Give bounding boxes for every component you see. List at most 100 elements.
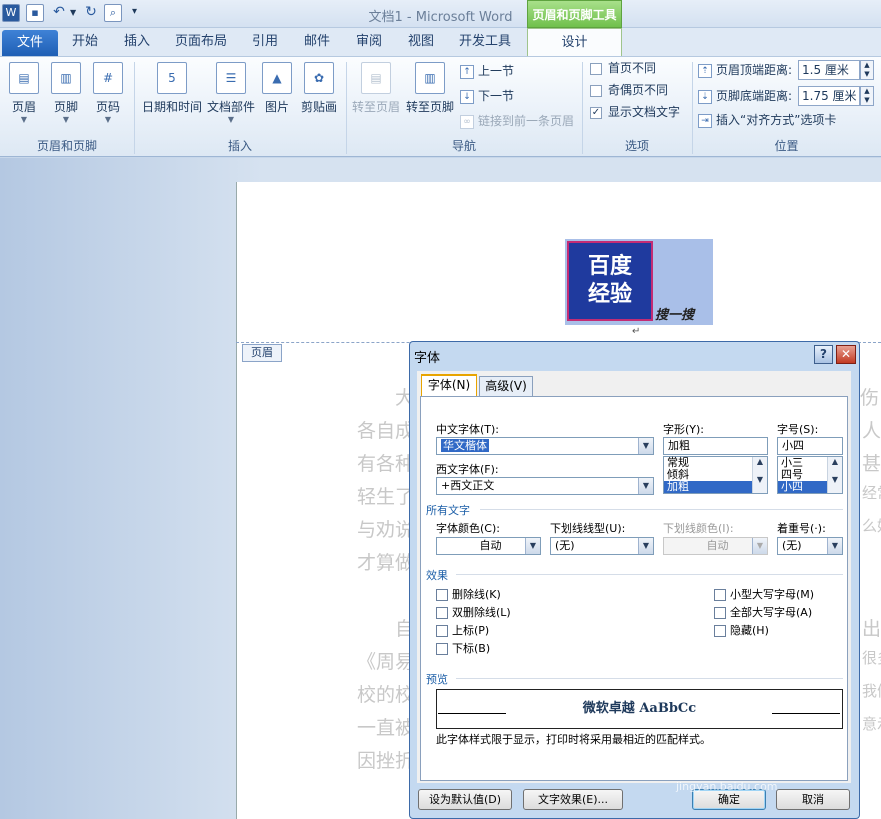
- body-text-right: 甚: [862, 453, 881, 475]
- tab-mailings[interactable]: 邮件: [296, 28, 338, 56]
- chevron-down-icon: ▼: [20, 115, 28, 124]
- quick-parts-button[interactable]: ☰ 文档部件 ▼: [205, 60, 257, 130]
- chevron-down-icon[interactable]: ▼: [525, 538, 540, 554]
- font-style-label: 字形(Y):: [663, 423, 705, 436]
- alignment-tab-icon: ⇥: [698, 113, 712, 128]
- section-divider: [456, 678, 843, 679]
- cn-font-select[interactable]: 华文楷体 ▼: [436, 437, 654, 455]
- set-as-default-button[interactable]: 设为默认值(D): [418, 789, 512, 810]
- tab-insert[interactable]: 插入: [114, 28, 160, 56]
- font-size-input[interactable]: 小四: [777, 437, 843, 455]
- preview-section-label: 预览: [426, 673, 448, 686]
- list-item-selected[interactable]: 小四: [778, 481, 827, 493]
- body-text-right: 人: [862, 420, 881, 442]
- group-label-options: 选项: [624, 139, 649, 153]
- previous-section-button[interactable]: ↑ 上一节: [460, 61, 514, 81]
- tab-view[interactable]: 视图: [400, 28, 442, 56]
- chevron-down-icon: ▼: [104, 115, 112, 124]
- tab-home[interactable]: 开始: [62, 28, 108, 56]
- footer-button[interactable]: ▥ 页脚 ▼: [46, 60, 86, 130]
- body-text-line: 校的校: [357, 684, 415, 706]
- tab-advanced[interactable]: 高级(V): [479, 376, 533, 396]
- different-first-page-checkbox[interactable]: 首页不同: [590, 58, 656, 78]
- next-icon: ↓: [460, 89, 474, 104]
- page-number-button[interactable]: # 页码 ▼: [88, 60, 128, 130]
- list-scrollbar[interactable]: ▲ ▼: [752, 457, 767, 493]
- all-caps-checkbox[interactable]: 全部大写字母(A): [714, 604, 812, 620]
- header-distance-label: ⇡ 页眉顶端距离:: [698, 60, 792, 80]
- goto-header-button[interactable]: ▤ 转至页眉: [350, 60, 402, 130]
- effects-section-label: 效果: [426, 569, 448, 582]
- header-position-icon: ⇡: [698, 63, 712, 78]
- font-style-input[interactable]: 加粗: [663, 437, 768, 455]
- font-preview-box: 微软卓越 AaBbCc: [436, 689, 843, 729]
- footer-distance-spinner[interactable]: ▲ ▼: [860, 86, 874, 106]
- font-size-list[interactable]: 小三 四号 小四 ▲ ▼: [777, 456, 843, 494]
- list-scrollbar[interactable]: ▲ ▼: [827, 457, 842, 493]
- list-item-selected[interactable]: 加粗: [664, 481, 752, 493]
- check-icon: ✓: [590, 106, 602, 119]
- different-odd-even-checkbox[interactable]: 奇偶页不同: [590, 80, 668, 100]
- close-button[interactable]: ✕: [836, 345, 856, 364]
- link-icon: ∞: [460, 114, 474, 129]
- preview-baseline-right: [772, 713, 840, 714]
- header-icon: ▤: [9, 62, 39, 94]
- font-color-select[interactable]: 自动 ▼: [436, 537, 541, 555]
- chevron-down-icon[interactable]: ▼: [827, 538, 842, 554]
- paragraph-mark-icon: ↵: [632, 326, 641, 337]
- tab-font[interactable]: 字体(N): [421, 374, 477, 397]
- underline-style-select[interactable]: (无) ▼: [550, 537, 654, 555]
- tab-file[interactable]: 文件: [2, 30, 58, 56]
- footer-distance-input[interactable]: 1.75 厘米: [798, 86, 860, 106]
- underline-color-select[interactable]: 自动 ▼: [663, 537, 768, 555]
- body-text-line: 各自成: [357, 420, 415, 442]
- header-distance-input[interactable]: 1.5 厘米: [798, 60, 860, 80]
- date-time-button[interactable]: 5 日期和时间: [140, 60, 204, 130]
- tab-page-layout[interactable]: 页面布局: [170, 28, 232, 56]
- help-button[interactable]: ?: [814, 345, 833, 364]
- logo-caption: 搜一搜: [655, 308, 695, 323]
- baidu-jingyan-logo[interactable]: 百度 经验: [567, 241, 653, 321]
- header-distance-spinner[interactable]: ▲ ▼: [860, 60, 874, 80]
- small-caps-checkbox[interactable]: 小型大写字母(M): [714, 586, 814, 602]
- body-text-line: 《周易: [357, 651, 415, 673]
- font-style-list[interactable]: 常规 倾斜 加粗 ▲ ▼: [663, 456, 768, 494]
- west-font-select[interactable]: +西文正文 ▼: [436, 477, 654, 495]
- link-to-previous-button[interactable]: ∞ 链接到前一条页眉: [460, 111, 574, 131]
- chevron-down-icon[interactable]: ▼: [638, 538, 653, 554]
- tab-design[interactable]: 设计: [527, 28, 622, 57]
- chevron-down-icon[interactable]: ▼: [638, 438, 653, 454]
- underline-style-label: 下划线线型(U):: [550, 522, 626, 535]
- subscript-checkbox[interactable]: 下标(B): [436, 640, 490, 656]
- cancel-button[interactable]: 取消: [776, 789, 850, 810]
- baidu-watermark-url: jingyan.baidu.com: [676, 780, 778, 793]
- double-strikethrough-checkbox[interactable]: 双删除线(L): [436, 604, 511, 620]
- clip-art-button[interactable]: ✿ 剪贴画: [298, 60, 340, 130]
- body-text-line: 有各种: [357, 453, 415, 475]
- chevron-down-icon: ▼: [752, 538, 767, 554]
- group-label-navigation: 导航: [451, 139, 476, 153]
- goto-header-icon: ▤: [361, 62, 391, 94]
- context-tab-group-label: 页眉和页脚工具: [527, 0, 622, 28]
- body-text-right: 出: [862, 618, 881, 640]
- clip-art-icon: ✿: [304, 62, 334, 94]
- header-button[interactable]: ▤ 页眉 ▼: [4, 60, 44, 130]
- insert-alignment-tab-button[interactable]: ⇥ 插入“对齐方式”选项卡: [698, 110, 836, 130]
- strikethrough-checkbox[interactable]: 删除线(K): [436, 586, 501, 602]
- tab-developer[interactable]: 开发工具: [452, 28, 518, 56]
- tab-references[interactable]: 引用: [244, 28, 286, 56]
- goto-footer-button[interactable]: ▥ 转至页脚: [404, 60, 456, 130]
- picture-button[interactable]: ▲ 图片: [259, 60, 295, 130]
- footer-distance-label: ⇣ 页脚底端距离:: [698, 86, 792, 106]
- chevron-down-icon[interactable]: ▼: [638, 478, 653, 494]
- window-title: 文档1 - Microsoft Word: [368, 10, 513, 25]
- emphasis-mark-label: 着重号(·):: [777, 522, 826, 535]
- text-effects-button[interactable]: 文字效果(E)...: [523, 789, 623, 810]
- emphasis-mark-select[interactable]: (无) ▼: [777, 537, 843, 555]
- tab-review[interactable]: 审阅: [348, 28, 390, 56]
- chevron-down-icon: ▼: [62, 115, 70, 124]
- show-document-text-checkbox[interactable]: ✓ 显示文档文字: [590, 102, 680, 122]
- hidden-checkbox[interactable]: 隐藏(H): [714, 622, 769, 638]
- superscript-checkbox[interactable]: 上标(P): [436, 622, 489, 638]
- next-section-button[interactable]: ↓ 下一节: [460, 86, 514, 106]
